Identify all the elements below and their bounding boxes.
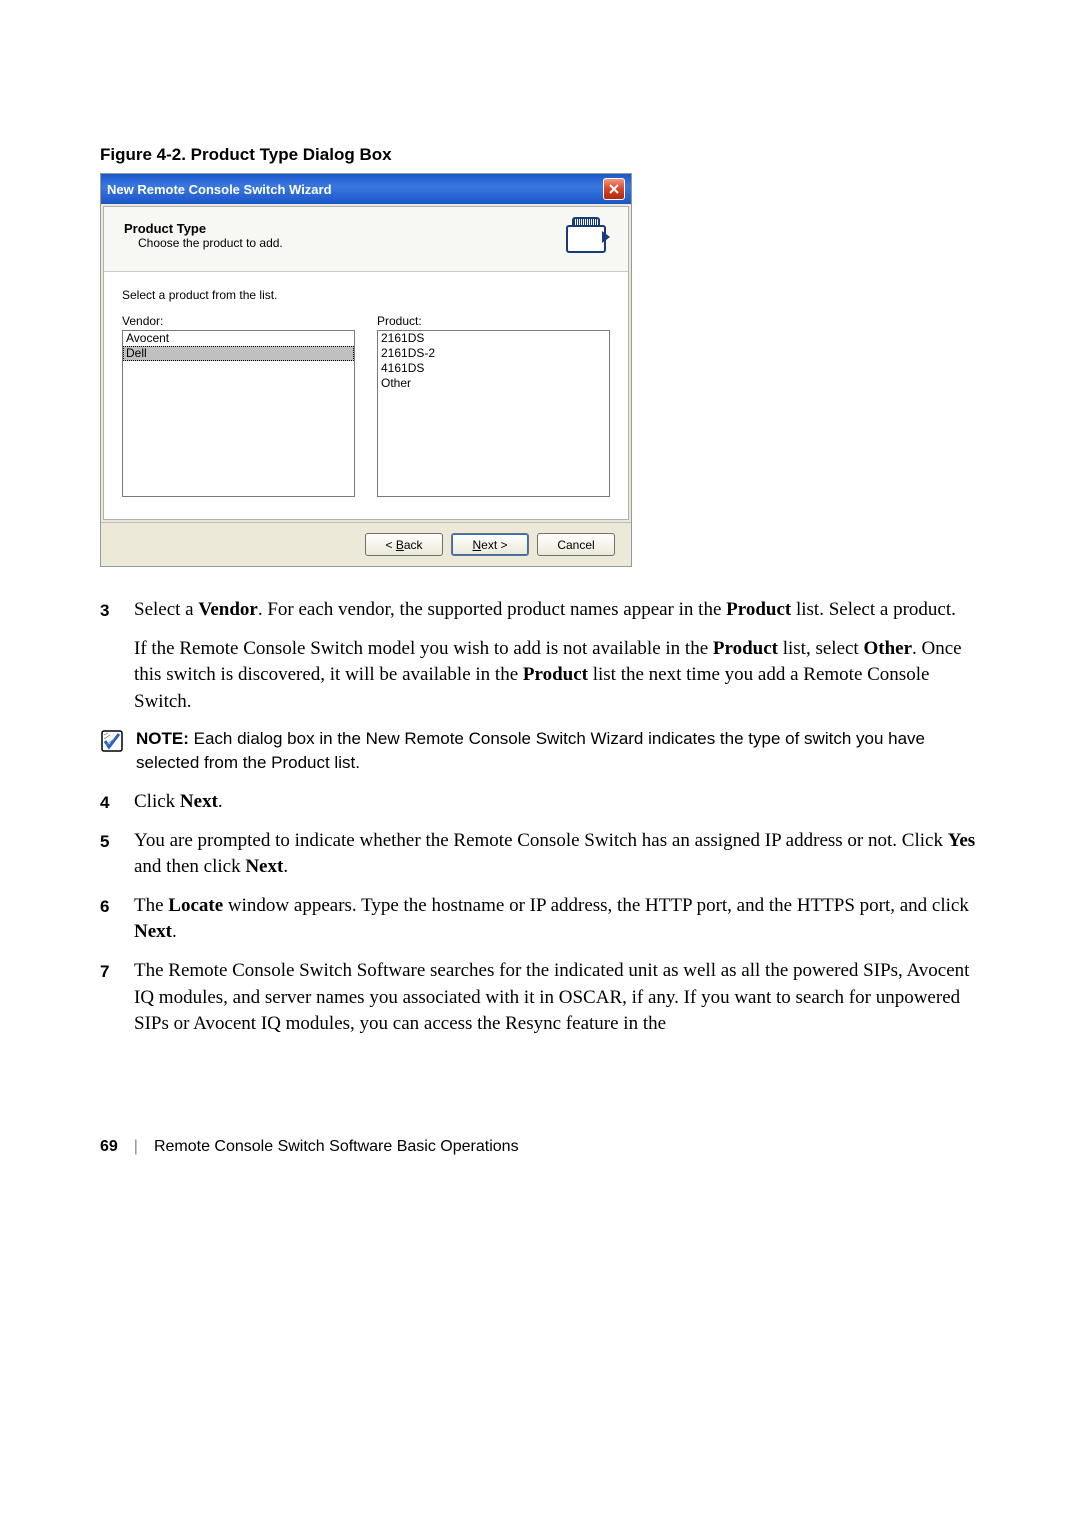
product-listbox[interactable]: 2161DS 2161DS-2 4161DS Other bbox=[377, 330, 610, 497]
page-number: 69 bbox=[100, 1138, 118, 1156]
page-footer: 69 | Remote Console Switch Software Basi… bbox=[100, 1138, 980, 1156]
list-item[interactable]: 2161DS bbox=[378, 331, 609, 346]
dialog-header: Product Type Choose the product to add. bbox=[104, 207, 628, 272]
step-list-cont: 4 Click Next. 5 You are prompted to indi… bbox=[100, 789, 980, 1038]
switch-icon bbox=[566, 221, 608, 253]
step-number: 3 bbox=[100, 597, 134, 623]
close-button[interactable] bbox=[603, 178, 625, 200]
wizard-dialog: New Remote Console Switch Wizard Product… bbox=[100, 173, 632, 567]
product-label: Product: bbox=[377, 314, 610, 328]
list-item[interactable]: 4161DS bbox=[378, 361, 609, 376]
note-text: Each dialog box in the New Remote Consol… bbox=[136, 729, 925, 772]
footer-separator: | bbox=[134, 1138, 138, 1156]
step-body: Click Next. bbox=[134, 789, 980, 816]
vendor-listbox[interactable]: Avocent Dell bbox=[122, 330, 355, 497]
vendor-label: Vendor: bbox=[122, 314, 355, 328]
next-button[interactable]: Next > bbox=[451, 533, 529, 556]
instruction-text: Select a product from the list. bbox=[122, 288, 610, 302]
step-number: 4 bbox=[100, 789, 134, 815]
list-item[interactable]: 2161DS-2 bbox=[378, 346, 609, 361]
note-block: NOTE: Each dialog box in the New Remote … bbox=[100, 727, 980, 775]
footer-title: Remote Console Switch Software Basic Ope… bbox=[154, 1138, 519, 1156]
product-type-title: Product Type bbox=[124, 221, 283, 236]
close-icon bbox=[608, 183, 620, 195]
step-list: 3 Select a Vendor. For each vendor, the … bbox=[100, 597, 980, 715]
document-page: Figure 4-2. Product Type Dialog Box New … bbox=[0, 0, 1080, 1216]
step-number: 6 bbox=[100, 893, 134, 919]
step-body: The Locate window appears. Type the host… bbox=[134, 893, 980, 946]
step-body: You are prompted to indicate whether the… bbox=[134, 828, 980, 881]
list-item[interactable]: Other bbox=[378, 376, 609, 391]
list-item[interactable]: Dell bbox=[123, 346, 354, 361]
step-body: The Remote Console Switch Software searc… bbox=[134, 958, 980, 1038]
dialog-title: New Remote Console Switch Wizard bbox=[107, 182, 332, 197]
step-number: 5 bbox=[100, 828, 134, 854]
button-bar: < Back Next > Cancel bbox=[101, 522, 631, 566]
list-item[interactable]: Avocent bbox=[123, 331, 354, 346]
step-number: 7 bbox=[100, 958, 134, 984]
note-label: NOTE: bbox=[136, 729, 189, 748]
step-body: Select a Vendor. For each vendor, the su… bbox=[134, 597, 980, 715]
figure-caption: Figure 4-2. Product Type Dialog Box bbox=[100, 145, 980, 165]
back-button[interactable]: < Back bbox=[365, 533, 443, 556]
product-type-subtitle: Choose the product to add. bbox=[138, 236, 283, 250]
cancel-button[interactable]: Cancel bbox=[537, 533, 615, 556]
note-icon bbox=[100, 729, 124, 753]
dialog-titlebar: New Remote Console Switch Wizard bbox=[101, 174, 631, 204]
